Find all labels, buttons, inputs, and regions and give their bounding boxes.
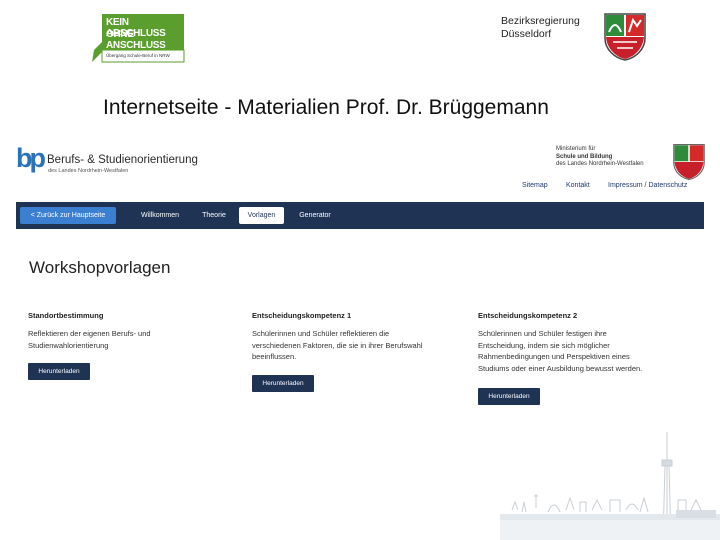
- ministry-line1: Ministerium für: [556, 146, 596, 152]
- tab-willkommen[interactable]: Willkommen: [132, 207, 188, 224]
- description-line: Rahmenbedingungen und Perspektiven eines: [478, 352, 630, 362]
- bso-logo-sub: des Landes Nordrhein-Westfalen: [48, 168, 129, 174]
- description-line: verschiedenen Faktoren, die sie in ihrer…: [252, 340, 423, 350]
- page-heading: Workshopvorlagen: [29, 258, 171, 277]
- download-button[interactable]: Herunterladen: [28, 363, 90, 380]
- column-title: Entscheidungskompetenz 2: [478, 311, 578, 320]
- duesseldorf-skyline-illustration: [500, 432, 720, 540]
- download-button[interactable]: Herunterladen: [478, 388, 540, 405]
- column-title: Standortbestimmung: [28, 311, 104, 320]
- back-to-home-button[interactable]: < Zurück zur Hauptseite: [20, 207, 116, 224]
- column-description: Schülerinnen und Schüler festigen ihre E…: [478, 328, 642, 374]
- link-impressum[interactable]: Impressum / Datenschutz: [608, 182, 687, 189]
- nrw-crest-icon: [604, 13, 646, 61]
- description-line: Reflektieren der eigenen Berufs- und: [28, 329, 151, 338]
- description-line: Studiums oder einer Ausbildung bewusst w…: [478, 363, 643, 373]
- bso-logo-name: Berufs- & Studienorientierung: [47, 154, 198, 166]
- authority-name: Bezirksregierung Düsseldorf: [501, 15, 580, 41]
- description-line: Entscheidung, indem sie sich möglicher: [478, 340, 610, 350]
- link-kontakt[interactable]: Kontakt: [566, 182, 590, 189]
- download-button[interactable]: Herunterladen: [252, 375, 314, 392]
- kaoa-subline: Übergang Schule-Beruf in NRW: [106, 53, 170, 58]
- kaoa-line2: OHNE ANSCHLUSS: [106, 29, 166, 51]
- tab-generator[interactable]: Generator: [290, 207, 340, 224]
- description-line: Studienwahlorientierung: [28, 340, 109, 350]
- link-sitemap[interactable]: Sitemap: [522, 182, 548, 189]
- main-navbar: < Zurück zur Hauptseite Willkommen Theor…: [16, 202, 704, 229]
- ministry-name: Ministerium für Schule und Bildung des L…: [556, 146, 644, 169]
- kaoa-logo: KEIN ABSCHLUSS OHNE ANSCHLUSS Übergang S…: [88, 12, 188, 64]
- authority-line1: Bezirksregierung: [501, 15, 580, 27]
- description-line: Schülerinnen und Schüler festigen ihre: [478, 329, 607, 338]
- column-title: Entscheidungskompetenz 1: [252, 311, 352, 320]
- description-line: Schülerinnen und Schüler reflektieren di…: [252, 329, 390, 338]
- column-description: Schülerinnen und Schüler reflektieren di…: [252, 328, 423, 363]
- description-line: beeinflussen.: [252, 352, 297, 362]
- column-description: Reflektieren der eigenen Berufs- und Stu…: [28, 328, 151, 351]
- ministry-line2: Schule und Bildung: [556, 153, 613, 160]
- nrw-crest-small-icon: [673, 143, 705, 181]
- bso-logo-mark: bp: [16, 143, 46, 173]
- ministry-line3: des Landes Nordrhein-Westfalen: [556, 161, 644, 167]
- slide-title: Internetseite - Materialien Prof. Dr. Br…: [103, 96, 549, 119]
- tab-vorlagen[interactable]: Vorlagen: [239, 207, 284, 224]
- authority-line2: Düsseldorf: [501, 28, 552, 40]
- tab-theorie[interactable]: Theorie: [194, 207, 234, 224]
